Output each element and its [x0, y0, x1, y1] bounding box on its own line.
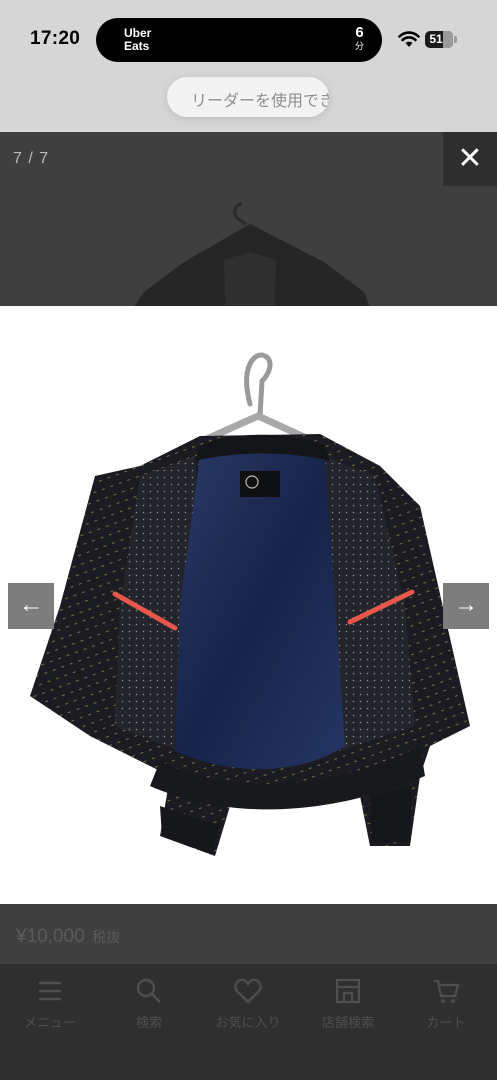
nav-item-cart[interactable]: カート [396, 976, 496, 1031]
search-icon [136, 978, 161, 1003]
store-icon [335, 978, 361, 1004]
status-time: 17:20 [30, 28, 81, 49]
nav-item-favorites[interactable]: お気に入り [198, 976, 298, 1031]
product-price: ¥10,000 税抜 [16, 926, 120, 948]
image-counter: 7 / 7 [13, 150, 50, 167]
tax-label: 税抜 [91, 929, 120, 945]
previous-image-button[interactable]: ← [8, 583, 54, 629]
battery-icon: 51 [425, 31, 457, 48]
background-product-image [134, 202, 370, 306]
lightbox-header: 7 / 7 ✕ [0, 132, 497, 306]
heart-icon [234, 978, 262, 1004]
cart-icon [434, 979, 460, 1003]
close-button[interactable]: ✕ [443, 132, 497, 186]
reader-mode-label: リーダーを使用でき [191, 93, 329, 110]
eta-value: 6 [355, 24, 364, 41]
delivery-eta: 6 分 [354, 24, 364, 52]
reader-mode-pill[interactable]: リーダーを使用でき [167, 77, 329, 117]
nav-item-store-search[interactable]: 店舗検索 [298, 976, 398, 1031]
jacket-image [30, 352, 470, 856]
bottom-navigation: メニュー 検索 お気に入り 店舗検索 カート [0, 964, 497, 1080]
product-info-overlay: ¥10,000 税抜 [0, 904, 497, 964]
nav-item-menu[interactable]: メニュー [0, 976, 100, 1031]
menu-icon [39, 981, 61, 1001]
eta-unit: 分 [354, 41, 364, 51]
status-bar: 17:20 Uber Eats 6 分 51 リーダーを使用でき [0, 0, 497, 132]
nav-item-search[interactable]: 検索 [99, 976, 199, 1031]
battery-level: 51 [429, 32, 443, 46]
price-value: ¥10,000 [16, 926, 85, 947]
dynamic-island-live-activity[interactable]: Uber Eats 6 分 [96, 18, 382, 62]
wifi-icon [398, 31, 420, 47]
product-photo [0, 306, 497, 904]
uber-eats-logo: Uber Eats [124, 26, 152, 53]
next-image-button[interactable]: → [443, 583, 489, 629]
